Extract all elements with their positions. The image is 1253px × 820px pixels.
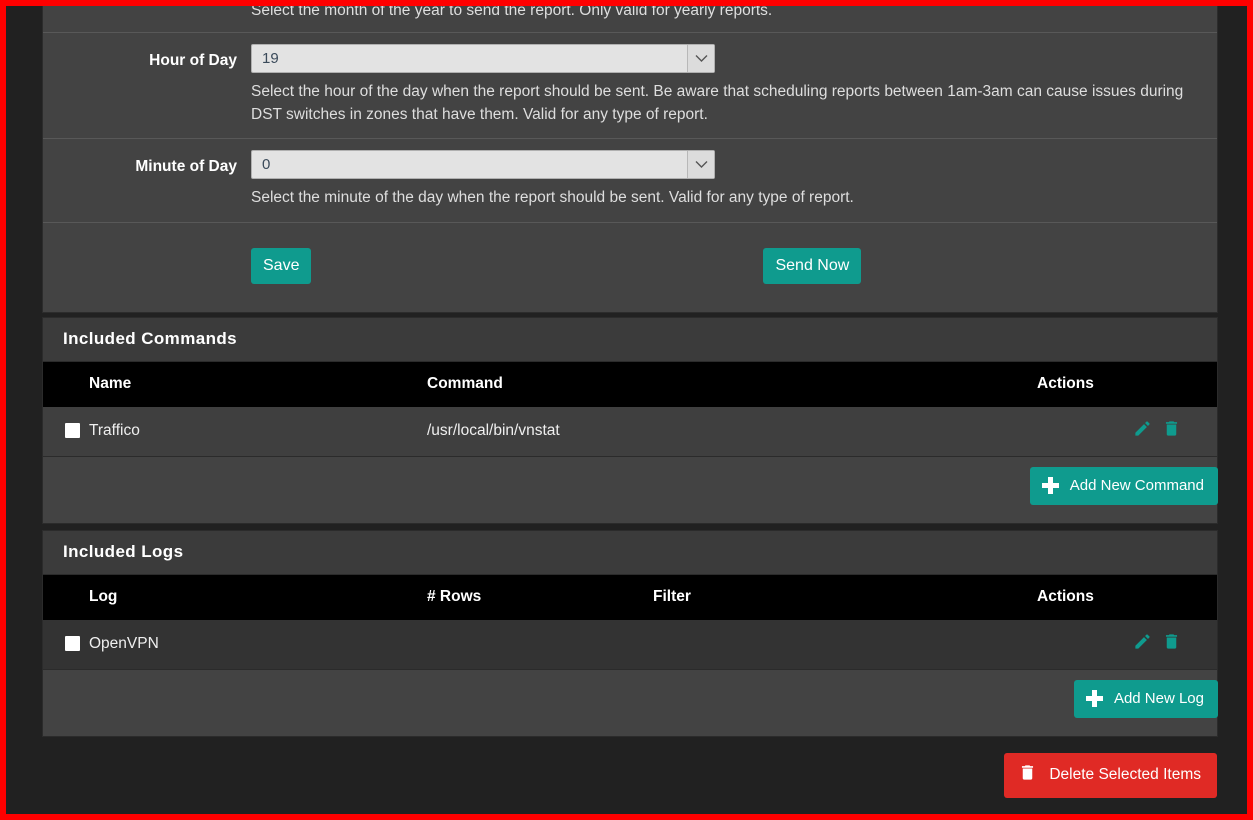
send-now-button[interactable]: Send Now: [763, 247, 862, 285]
pencil-icon[interactable]: [1133, 632, 1152, 656]
row-actions-cell: [1037, 620, 1217, 670]
form-label-month: [43, 6, 251, 18]
row-select-cell: [43, 620, 89, 670]
table-header-row: Name Command Actions: [43, 362, 1217, 407]
add-new-command-button[interactable]: Add New Command: [1029, 467, 1218, 505]
form-label-actions-spacer: [43, 223, 251, 241]
trash-icon[interactable]: [1162, 632, 1181, 656]
included-logs-title: Included Logs: [43, 531, 1217, 575]
column-header-rows: # Rows: [427, 575, 653, 620]
cell-command-path: /usr/local/bin/vnstat: [427, 407, 1037, 457]
form-field-minute-of-day: 0 Select the minute of the day when the …: [251, 139, 1217, 221]
row-checkbox[interactable]: [65, 636, 80, 652]
form-help-minute-of-day: Select the minute of the day when the re…: [251, 189, 854, 207]
form-row-actions: Save Send Now: [43, 221, 1217, 312]
column-header-actions: Actions: [1037, 575, 1217, 620]
form-row-minute-of-day: Minute of Day 0 Select the minute of the…: [43, 138, 1217, 221]
row-select-cell: [43, 407, 89, 457]
table-row: Traffico /usr/local/bin/vnstat: [43, 407, 1217, 457]
form-row-hour-of-day: Hour of Day 19 Select the hour of the da…: [43, 32, 1217, 138]
included-logs-card: Included Logs Log # Rows Filter Actions …: [42, 530, 1218, 737]
delete-selected-items-label: Delete Selected Items: [1049, 766, 1201, 783]
form-field-month: Select the month of the year to send the…: [251, 6, 1217, 32]
plus-icon: [1041, 477, 1059, 494]
hour-of-day-select-wrap: 19: [251, 44, 715, 74]
form-help-month: Select the month of the year to send the…: [251, 6, 773, 19]
pencil-icon[interactable]: [1133, 419, 1152, 443]
form-field-hour-of-day: 19 Select the hour of the day when the r…: [251, 33, 1217, 138]
form-help-hour-of-day: Select the hour of the day when the repo…: [251, 83, 1184, 123]
column-header-log: Log: [89, 575, 427, 620]
minute-of-day-select-wrap: 0: [251, 150, 715, 180]
trash-icon: [1018, 763, 1037, 787]
row-checkbox[interactable]: [65, 423, 80, 439]
cell-log-filter: [653, 620, 1037, 670]
delete-selected-items-button[interactable]: Delete Selected Items: [1004, 753, 1217, 798]
add-new-log-button[interactable]: Add New Log: [1073, 680, 1218, 718]
save-button[interactable]: Save: [251, 247, 312, 285]
trash-icon[interactable]: [1162, 419, 1181, 443]
plus-icon: [1085, 690, 1103, 707]
column-header-filter: Filter: [653, 575, 1037, 620]
included-commands-footer: Add New Command: [43, 457, 1218, 523]
table-row: OpenVPN: [43, 620, 1217, 670]
column-header-actions: Actions: [1037, 362, 1217, 407]
form-button-row: Save Send Now: [251, 234, 1201, 300]
included-commands-table: Name Command Actions Traffico /usr/local…: [43, 362, 1217, 457]
column-header-select: [43, 362, 89, 407]
add-new-command-label: Add New Command: [1069, 477, 1204, 494]
column-header-select: [43, 575, 89, 620]
add-new-log-label: Add New Log: [1113, 690, 1204, 707]
form-field-actions: Save Send Now: [251, 223, 1217, 312]
form-label-minute-of-day: Minute of Day: [135, 158, 237, 176]
included-commands-title: Included Commands: [43, 318, 1217, 362]
column-header-name: Name: [89, 362, 427, 407]
included-logs-footer: Add New Log: [43, 670, 1218, 736]
form-row-month: Select the month of the year to send the…: [43, 6, 1217, 32]
form-label-hour-of-day: Hour of Day: [149, 52, 237, 70]
included-commands-card: Included Commands Name Command Actions T…: [42, 317, 1218, 524]
minute-of-day-select[interactable]: 0: [251, 150, 715, 180]
hour-of-day-select[interactable]: 19: [251, 44, 715, 74]
column-header-command: Command: [427, 362, 1037, 407]
schedule-form-panel: Select the month of the year to send the…: [42, 6, 1218, 314]
table-header-row: Log # Rows Filter Actions: [43, 575, 1217, 620]
row-actions-cell: [1037, 407, 1217, 457]
included-logs-table: Log # Rows Filter Actions OpenVPN: [43, 575, 1217, 670]
cell-command-name: Traffico: [89, 407, 427, 457]
page-viewport: Select the month of the year to send the…: [6, 6, 1247, 814]
cell-log-rows: [427, 620, 653, 670]
cell-log-name: OpenVPN: [89, 620, 427, 670]
